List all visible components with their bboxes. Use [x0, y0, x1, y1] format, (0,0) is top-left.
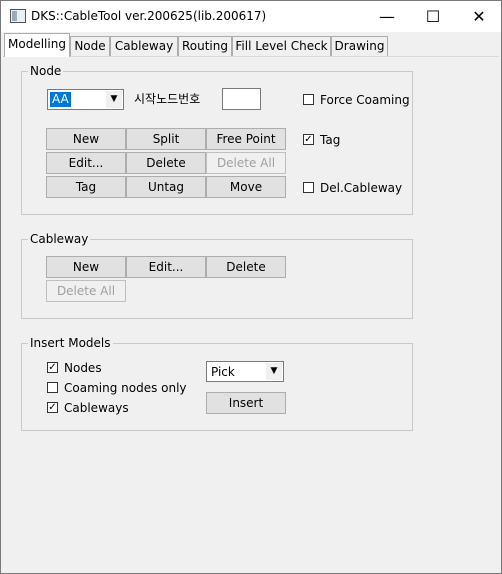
coaming-only-checkbox[interactable]: [47, 382, 58, 393]
node-edit-button[interactable]: Edit...: [46, 152, 126, 174]
chevron-down-icon[interactable]: ▼: [106, 91, 122, 108]
check-icon: ✓: [304, 134, 313, 145]
main-window: DKS::CableTool ver.200625(lib.200617) — …: [0, 0, 502, 574]
tag-checkbox[interactable]: ✓: [303, 134, 314, 145]
nodes-checkbox-label: Nodes: [64, 361, 102, 375]
tab-modelling[interactable]: Modelling: [4, 33, 70, 57]
coaming-only-label: Coaming nodes only: [64, 381, 187, 395]
del-cableway-checkbox[interactable]: [303, 182, 314, 193]
insert-button[interactable]: Insert: [206, 392, 286, 414]
tab-drawing[interactable]: Drawing: [331, 36, 388, 56]
cableway-group-title: Cableway: [28, 232, 91, 246]
tab-strip-divider: [3, 56, 499, 57]
insert-models-group-title: Insert Models: [28, 336, 113, 350]
cableway-new-button[interactable]: New: [46, 256, 126, 278]
check-icon: ✓: [48, 402, 57, 413]
window-title: DKS::CableTool ver.200625(lib.200617): [31, 9, 267, 23]
close-button[interactable]: ✕: [456, 1, 502, 32]
cableway-group: [21, 239, 413, 319]
cableway-delete-button[interactable]: Delete: [206, 256, 286, 278]
cableway-delete-all-button[interactable]: Delete All: [46, 280, 126, 302]
title-bar[interactable]: DKS::CableTool ver.200625(lib.200617) — …: [1, 1, 501, 32]
nodes-checkbox[interactable]: ✓: [47, 362, 58, 373]
node-type-combo[interactable]: AA ▼: [47, 89, 124, 110]
tab-fill-level-check[interactable]: Fill Level Check: [232, 36, 331, 56]
node-delete-button[interactable]: Delete: [126, 152, 206, 174]
tab-node[interactable]: Node: [70, 36, 110, 56]
node-type-value: AA: [50, 92, 71, 107]
cableways-checkbox[interactable]: ✓: [47, 402, 58, 413]
maximize-button[interactable]: ☐: [410, 1, 456, 32]
cableways-checkbox-label: Cableways: [64, 401, 129, 415]
node-untag-button[interactable]: Untag: [126, 176, 206, 198]
tab-cableway[interactable]: Cableway: [110, 36, 178, 56]
minimize-button[interactable]: —: [364, 1, 410, 32]
node-move-button[interactable]: Move: [206, 176, 286, 198]
node-group-title: Node: [28, 64, 64, 78]
force-coaming-checkbox[interactable]: [303, 94, 314, 105]
check-icon: ✓: [48, 362, 57, 373]
node-split-button[interactable]: Split: [126, 128, 206, 150]
pick-mode-value: Pick: [211, 365, 235, 379]
force-coaming-label: Force Coaming: [320, 93, 410, 107]
app-icon: [10, 9, 26, 23]
tab-routing[interactable]: Routing: [178, 36, 232, 56]
tag-checkbox-label: Tag: [320, 133, 341, 147]
chevron-down-icon[interactable]: ▼: [266, 363, 282, 380]
del-cableway-label: Del.Cableway: [320, 181, 403, 195]
node-delete-all-button[interactable]: Delete All: [206, 152, 286, 174]
start-node-input[interactable]: [222, 88, 261, 110]
node-new-button[interactable]: New: [46, 128, 126, 150]
node-free-point-button[interactable]: Free Point: [206, 128, 286, 150]
cableway-edit-button[interactable]: Edit...: [126, 256, 206, 278]
node-tag-button[interactable]: Tag: [46, 176, 126, 198]
pick-mode-combo[interactable]: Pick ▼: [206, 361, 284, 382]
start-node-label: 시작노드번호: [134, 92, 201, 106]
